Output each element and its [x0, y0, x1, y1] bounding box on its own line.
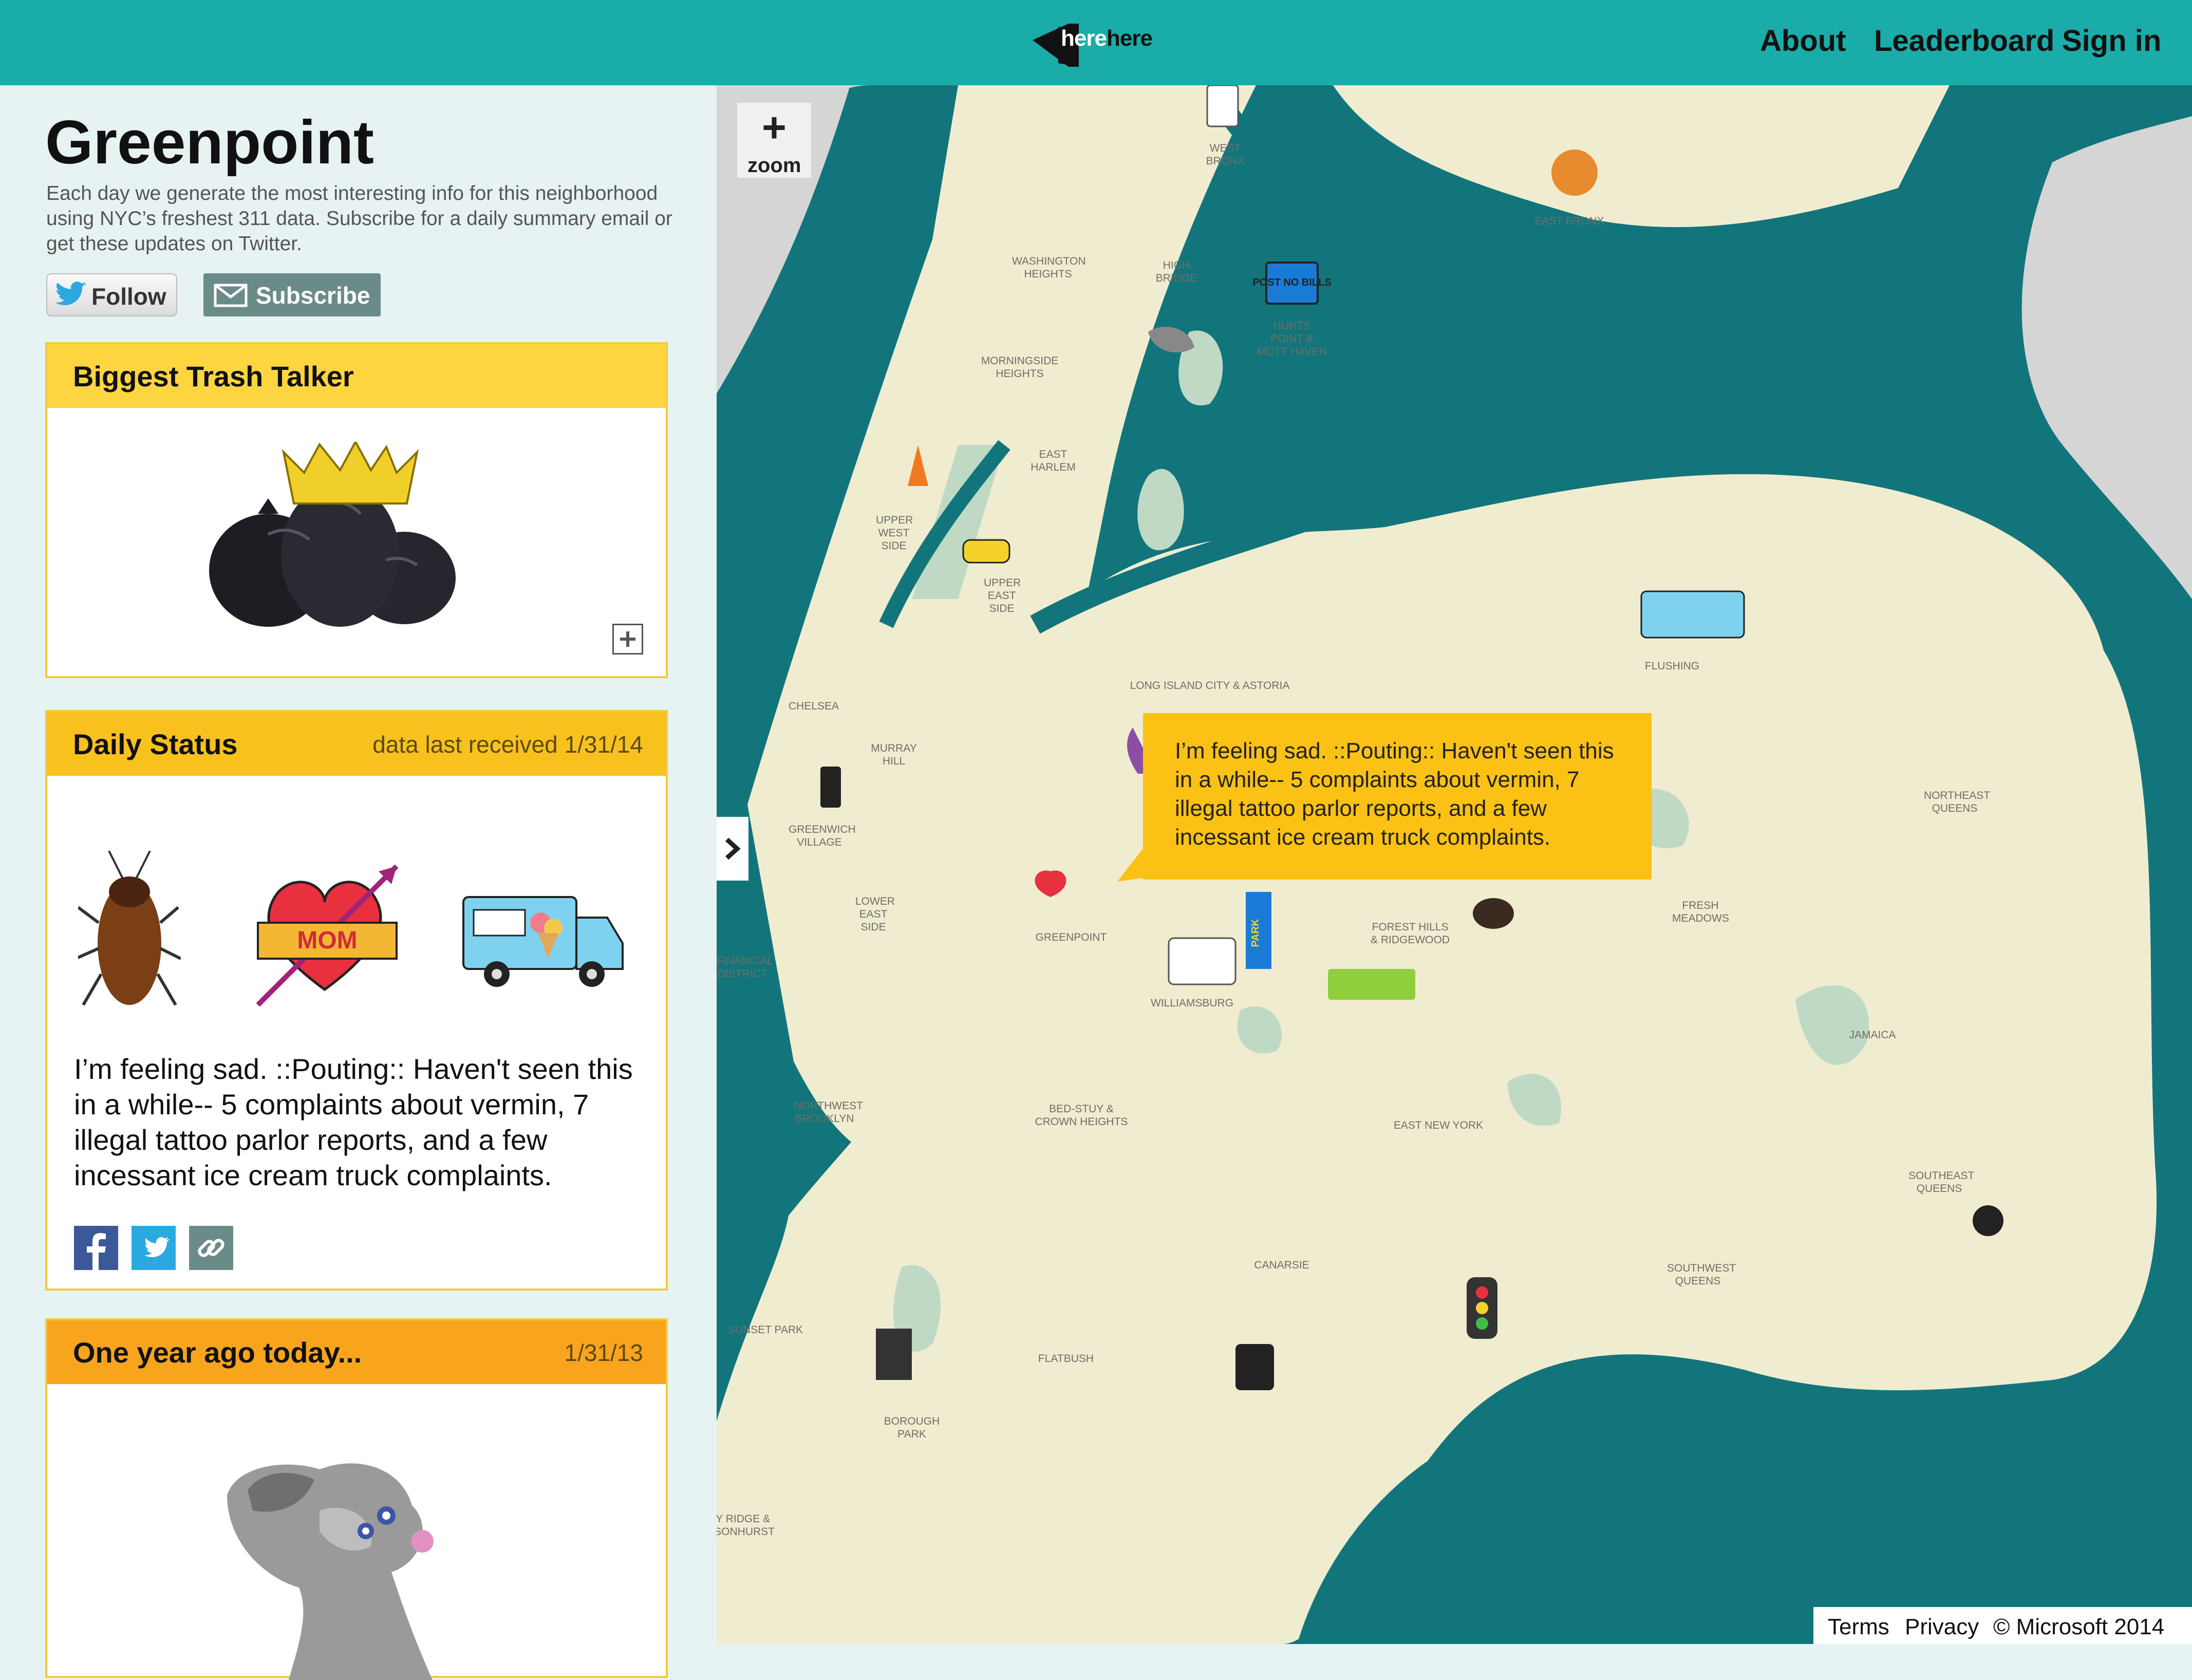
link-share-icon[interactable]	[189, 1226, 233, 1270]
label-flatbush: Flatbush	[1038, 1353, 1094, 1365]
twitter-share-icon[interactable]	[132, 1226, 176, 1270]
bubble-pointer	[1117, 835, 1153, 882]
label-financial: Financial District	[717, 955, 773, 980]
trash-bags-crown-icon	[209, 442, 456, 627]
daily-status-card: Daily Status data last received 1/31/14 …	[45, 710, 668, 1291]
top-bar: herehere About Leaderboard Sign in	[0, 0, 2192, 85]
rat-silhouette-icon	[227, 1463, 434, 1680]
card-header: One year ago today... 1/31/13	[47, 1320, 666, 1384]
map-footer: Terms Privacy © Microsoft 2014	[1813, 1607, 2192, 1644]
facebook-share-icon[interactable]	[74, 1226, 118, 1270]
nav-leaderboard[interactable]: Leaderboard	[1874, 24, 2054, 58]
label-greenwich: Greenwich Village	[789, 824, 856, 848]
label-jamaica: Jamaica	[1849, 1029, 1896, 1041]
label-morningside: Morningside Heights	[981, 355, 1059, 380]
label-borough-park: Borough Park	[884, 1415, 940, 1440]
follow-label: Follow	[91, 283, 166, 310]
status-tooltip-bubble: I’m feeling sad. ::Pouting:: Haven't see…	[1117, 713, 1652, 882]
park-sign-text: PARK	[1250, 919, 1261, 947]
label-northeast-queens: Northeast Queens	[1924, 790, 1991, 814]
label-canarsie: Canarsie	[1254, 1259, 1309, 1271]
label-flushing: Flushing	[1644, 660, 1700, 672]
privacy-link[interactable]: Privacy	[1905, 1614, 1979, 1640]
envelope-icon	[214, 284, 248, 307]
card-title: Daily Status	[73, 728, 238, 760]
trash-talker-card: Biggest Trash Talker	[45, 342, 668, 678]
label-lower-east: Lower East Side	[855, 895, 895, 933]
label-upper-west: Upper West Side	[876, 514, 913, 552]
card-title: One year ago today...	[73, 1336, 362, 1369]
zoom-plus-icon: +	[762, 104, 786, 151]
ice-cream-truck-icon	[462, 896, 624, 987]
chevron-right-icon	[725, 837, 741, 860]
intro-text: Each day we generate the most interestin…	[46, 182, 672, 255]
post-no-bills-text: POST NO BILLS	[1252, 277, 1331, 288]
data-last-received: data last received 1/31/14	[372, 731, 643, 758]
zoom-button[interactable]: + zoom	[737, 103, 811, 178]
label-hunts-point: Hunts Point & Mott Haven	[1257, 320, 1327, 358]
one-year-ago-card: One year ago today... 1/31/13	[45, 1318, 668, 1680]
label-high-bridge: High Bridge	[1155, 259, 1197, 284]
label-east-harlem: East Harlem	[1031, 449, 1076, 473]
label-bed-stuy: Bed-Stuy & Crown Heights	[1035, 1103, 1128, 1128]
twitter-follow-button[interactable]: Follow	[46, 273, 177, 316]
subscribe-button[interactable]: Subscribe	[203, 273, 381, 316]
label-southeast-queens: Southeast Queens	[1908, 1170, 1975, 1194]
cockroach-icon	[78, 851, 181, 1006]
sidebar-toggle-button[interactable]	[717, 817, 748, 881]
neighborhood-title: Greenpoint	[45, 108, 374, 177]
expand-plus-button[interactable]	[612, 624, 643, 655]
zoom-label: zoom	[747, 154, 801, 177]
label-fresh-meadows: Fresh Meadows	[1672, 900, 1729, 924]
subscribe-label: Subscribe	[256, 282, 370, 309]
label-west-bronx: West Bronx	[1206, 142, 1245, 167]
label-washington-heights: Washington Heights	[1012, 255, 1086, 280]
label-forest-hills: Forest Hills & Ridgewood	[1370, 921, 1450, 946]
nav-sign-in[interactable]: Sign in	[2062, 24, 2161, 58]
label-sunset-park: Sunset Park	[727, 1324, 803, 1336]
label-upper-east: Upper East Side	[984, 577, 1021, 614]
label-murray-hill: Murray Hill	[871, 742, 917, 767]
card-title: Biggest Trash Talker	[73, 360, 354, 393]
plus-icon	[620, 631, 635, 647]
card-header: Daily Status data last received 1/31/14	[47, 712, 666, 776]
label-chelsea: Chelsea	[789, 700, 839, 712]
label-northwest-brooklyn: Northwest Brooklyn	[794, 1100, 863, 1125]
copyright-text: © Microsoft 2014	[1993, 1614, 2165, 1639]
label-southwest-queens: Southwest Queens	[1667, 1262, 1736, 1287]
label-east-bronx: East Bronx	[1534, 215, 1604, 227]
label-williamsburg: Williamsburg	[1151, 997, 1234, 1009]
label-lic-astoria: Long Island City & Astoria	[1130, 680, 1290, 692]
label-bay-ridge: ay Ridge & nsonhurst	[717, 1513, 775, 1538]
card-header: Biggest Trash Talker	[47, 344, 666, 408]
mom-heart-tattoo-icon: MOM	[256, 864, 399, 1007]
daily-status-text: I’m feeling sad. ::Pouting:: Haven't see…	[74, 1053, 633, 1191]
label-east-new-york: East New York	[1393, 1119, 1484, 1131]
terms-link[interactable]: Terms	[1828, 1614, 1889, 1640]
nav-about[interactable]: About	[1760, 24, 1846, 58]
card-date: 1/31/13	[564, 1339, 643, 1366]
status-tooltip-text: I’m feeling sad. ::Pouting:: Haven't see…	[1175, 738, 1614, 850]
label-greenpoint: Greenpoint	[1035, 931, 1107, 943]
logo-wordmark[interactable]: herehere	[1061, 26, 1153, 51]
tattoo-mom-text: MOM	[297, 927, 357, 954]
twitter-bird-icon	[55, 282, 86, 305]
